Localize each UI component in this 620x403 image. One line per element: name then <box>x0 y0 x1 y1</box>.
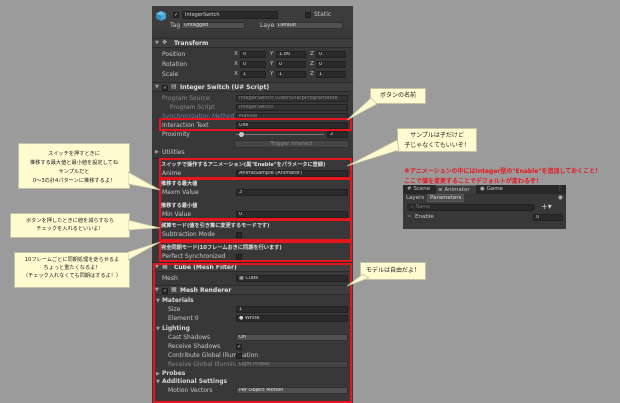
rotation-z-field[interactable]: 0 <box>316 61 346 68</box>
program-source-field: IntegerSwitch (UdonSharpProgramAsse <box>236 95 348 102</box>
program-script-field: IntegerSwitch <box>236 104 348 111</box>
program-source-row: Program Source IntegerSwitch (UdonSharpP… <box>152 94 353 103</box>
inspector-panel: ✓ IntegerSwitch Static Tag Untagged Laye… <box>152 6 353 403</box>
proximity-slider-thumb[interactable] <box>239 132 244 137</box>
utilities-foldout[interactable]: ▶ Utilities <box>152 148 353 157</box>
static-checkbox[interactable] <box>305 12 311 18</box>
note-model: モデルは自由だよ！ <box>360 262 426 280</box>
tag-dropdown[interactable]: Untagged <box>181 22 245 29</box>
tab-animator[interactable]: ≡ Animator <box>436 185 476 194</box>
position-z-field[interactable]: 0 <box>316 51 346 58</box>
animator-tabbar: # Scene ≡ Animator ◉ Game ⋮ <box>403 185 566 194</box>
animator-icon: ≡ <box>438 187 443 193</box>
note-subtraction: ボタンを押したときに値を減らすなら チェックを入れるといいよ！ <box>10 213 130 238</box>
position-x-field[interactable]: 0 <box>240 51 266 58</box>
scale-x-field[interactable]: 1 <box>240 71 266 78</box>
parameter-row[interactable]: = Enable 0 <box>403 213 566 223</box>
scale-z-field[interactable]: 1 <box>316 71 346 78</box>
menu-icon[interactable]: ⋮ <box>557 185 563 192</box>
cube-icon <box>155 10 167 22</box>
red-note-enable: ※アニメーションの中にはInteger型の"Enable"を追加しておくこと！ <box>404 168 602 175</box>
note-sync: 10フレームごとに同期処理を走らせるよ ちょっと重たくなるよ！ （チェック入れな… <box>14 252 130 288</box>
eye-icon[interactable]: ◉ <box>558 194 563 201</box>
program-script-row: Program Script IntegerSwitch <box>152 103 353 112</box>
highlight-anim <box>159 158 352 179</box>
note-pointer <box>128 171 161 191</box>
active-checkbox[interactable]: ✓ <box>173 12 179 18</box>
parameter-name: Enable <box>415 214 434 220</box>
subtab-layers[interactable]: Layers <box>406 195 424 201</box>
note-sample: サンプルは子だけど 子じゃなくてもいいぞ！ <box>397 128 477 152</box>
proximity-row: Proximity 2 <box>152 130 353 139</box>
script-title: Integer Switch (U# Script) <box>180 84 270 91</box>
animator-panel: # Scene ≡ Animator ◉ Game ⋮ Layers Param… <box>403 185 566 229</box>
script-icon: ▤ <box>171 83 177 90</box>
tab-game[interactable]: ◉ Game <box>478 185 508 194</box>
position-row: Position X 0 Y 1.86 Z 0 <box>152 50 353 59</box>
red-note-default: ここで値を変更することでデフォルトが変わるぞ！ <box>404 178 542 185</box>
proximity-slider-track[interactable] <box>236 134 324 135</box>
rotation-y-field[interactable]: 0 <box>276 61 306 68</box>
note-pointer <box>347 274 369 287</box>
highlight-subtraction <box>159 219 352 241</box>
note-pointer <box>128 242 161 261</box>
highlight-interaction-text <box>159 118 352 131</box>
object-header: ✓ IntegerSwitch Static Tag Untagged Laye… <box>152 6 353 31</box>
scale-y-field[interactable]: 1 <box>276 71 306 78</box>
game-icon: ◉ <box>480 186 485 192</box>
highlight-mesh <box>153 263 352 403</box>
rotation-row: Rotation X 0 Y 0 Z 0 <box>152 60 353 69</box>
static-label: Static <box>314 11 332 18</box>
subtab-parameters[interactable]: Parameters <box>427 194 465 202</box>
layer-dropdown[interactable]: Default <box>275 22 343 29</box>
transform-title: Transform <box>174 40 209 47</box>
note-switch: スイッチを押すときに 推移する最大値と最小値を設定してね サンプルだと 0～3の… <box>18 143 130 189</box>
object-name-field[interactable]: IntegerSwitch <box>182 11 278 19</box>
tag-label: Tag <box>170 22 181 29</box>
transform-icon: ✥ <box>162 39 168 46</box>
add-parameter-button[interactable]: +▾ <box>541 202 552 211</box>
parameter-search[interactable]: ⌕ Name <box>407 204 535 211</box>
note-button-name: ボタンの名前 <box>370 88 426 104</box>
highlight-sync <box>159 241 352 262</box>
highlight-max-min <box>159 178 352 220</box>
scale-row: Scale X 1 Y 1 Z 1 <box>152 70 353 79</box>
search-icon: ⌕ <box>411 204 414 210</box>
parameter-value-field[interactable]: 0 <box>533 214 563 221</box>
proximity-field[interactable]: 2 <box>327 131 348 138</box>
note-pointer <box>347 97 377 121</box>
note-pointer <box>347 140 400 167</box>
rotation-x-field[interactable]: 0 <box>240 61 266 68</box>
drag-handle-icon[interactable]: = <box>407 214 411 220</box>
trigger-interact-button[interactable]: Trigger Interact <box>234 140 349 148</box>
position-y-field[interactable]: 1.86 <box>276 51 306 58</box>
script-enabled-checkbox[interactable]: ✓ <box>162 84 168 91</box>
scene-icon: # <box>407 186 412 192</box>
note-pointer <box>128 219 161 231</box>
transform-header[interactable]: ▼ ✥ Transform <box>152 38 353 48</box>
tab-scene[interactable]: # Scene <box>405 185 435 194</box>
script-header[interactable]: ▼ ✓ ▤ Integer Switch (U# Script) <box>152 82 353 92</box>
